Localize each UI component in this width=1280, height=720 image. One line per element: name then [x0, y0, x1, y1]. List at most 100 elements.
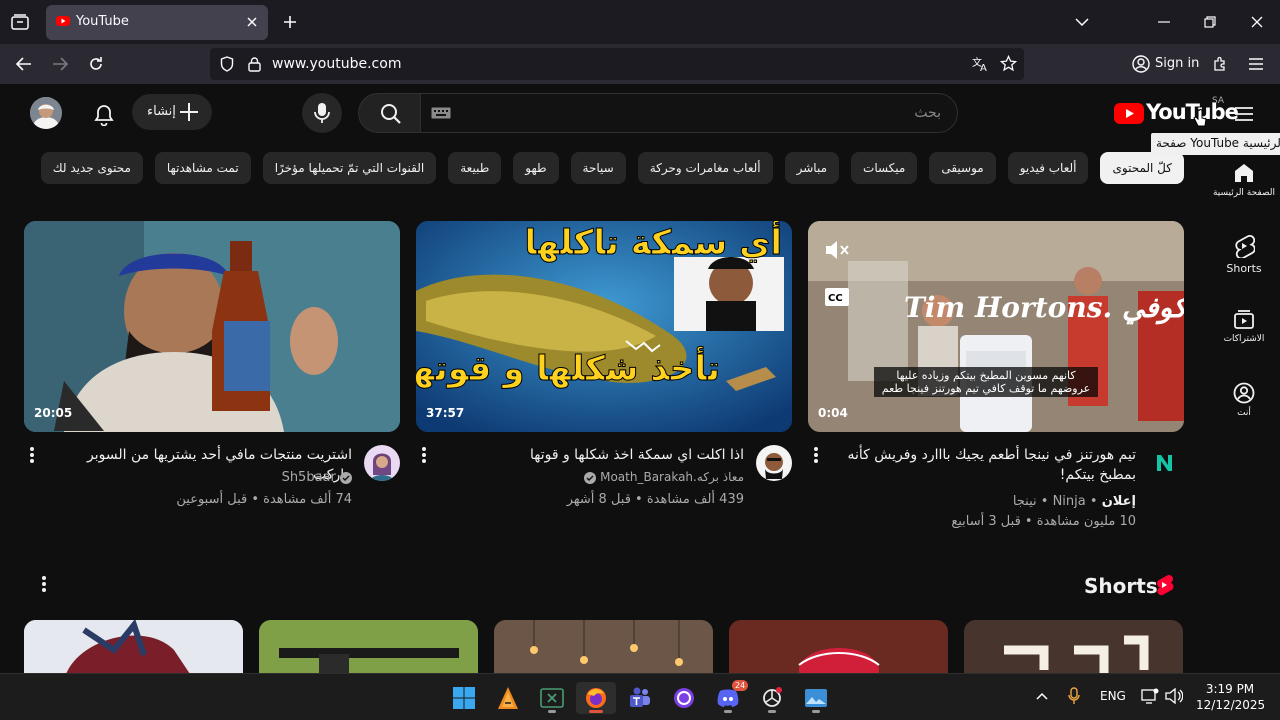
filter-chip[interactable]: موسيقى	[929, 152, 996, 184]
rail-item-shorts[interactable]: Shorts	[1208, 234, 1280, 275]
channel-avatar[interactable]	[364, 445, 400, 481]
notifications-bell-icon[interactable]	[90, 101, 118, 129]
ad-channel-line[interactable]: إعلان • Ninja • نينجا	[900, 494, 1136, 509]
video-title[interactable]: تيم هورتنز في نينجا أطعم يجيك بااارد وفر…	[836, 445, 1136, 485]
filter-chip[interactable]: القنوات التي تمّ تحميلها مؤخرًا	[262, 152, 437, 184]
short-thumbnail[interactable]	[964, 620, 1183, 673]
restore-window-icon[interactable]	[1198, 10, 1222, 34]
filter-chip[interactable]: تمت مشاهدتها	[154, 152, 251, 184]
filter-chip[interactable]: ألعاب فيديو	[1007, 152, 1089, 184]
reload-icon[interactable]	[84, 52, 108, 76]
search-button[interactable]	[358, 93, 422, 133]
firefox-view-icon[interactable]	[8, 10, 32, 34]
back-arrow-icon[interactable]	[12, 52, 36, 76]
microphone-icon	[314, 102, 330, 124]
translate-icon[interactable]: 文A	[972, 56, 990, 72]
close-tab-icon[interactable]	[246, 16, 258, 28]
minimize-window-icon[interactable]	[1152, 10, 1176, 34]
forward-arrow-icon[interactable]	[48, 52, 72, 76]
firefox-icon	[586, 688, 606, 708]
shorts-menu-icon[interactable]	[36, 574, 52, 598]
rail-item-you[interactable]: أنت	[1208, 382, 1280, 418]
tracking-protection-shield-icon[interactable]	[220, 56, 234, 72]
taskbar-app-teams[interactable]	[620, 682, 660, 714]
address-bar[interactable]: www.youtube.com 文A	[210, 48, 1024, 80]
video-menu-icon[interactable]	[416, 445, 432, 469]
video-title[interactable]: اذا اكلت اي سمكة اخذ شكلها و قوتها	[444, 445, 744, 465]
show-hidden-icons-chevron-icon[interactable]	[1032, 686, 1052, 706]
account-icon	[1132, 55, 1150, 73]
filter-chip[interactable]: محتوى جديد لك	[40, 152, 143, 184]
running-indicator	[812, 710, 820, 713]
discord-badge: 24	[732, 680, 749, 691]
app-menu-icon[interactable]	[1244, 52, 1268, 76]
rail-item-subscriptions[interactable]: الاشتراكات	[1208, 308, 1280, 344]
filter-chip[interactable]: طهو	[513, 152, 559, 184]
avatar[interactable]	[30, 97, 62, 129]
openai-icon	[763, 687, 782, 707]
filter-chip[interactable]: طبيعة	[448, 152, 502, 184]
browser-tab-bar: YouTube	[0, 0, 1280, 44]
youtube-wordmark: YouTube	[1146, 100, 1239, 124]
sign-in-label: Sign in	[1155, 56, 1200, 71]
tab-youtube[interactable]: YouTube	[46, 5, 268, 40]
system-clock[interactable]: 3:19 PM 12/12/2025	[1196, 681, 1265, 713]
rail-item-home[interactable]: الصفحة الرئيسية	[1208, 162, 1280, 198]
closed-captions-icon[interactable]: CC	[825, 288, 849, 306]
search-icon	[380, 103, 402, 125]
channel-avatar[interactable]	[756, 445, 792, 481]
close-window-icon[interactable]	[1245, 10, 1269, 34]
channel-line[interactable]: معاذ بركه.Moath_Barakah	[510, 470, 744, 485]
video-meta: 74 ألف مشاهدة • قبل أسبوعين	[176, 492, 352, 507]
filter-chip[interactable]: ميكسات	[851, 152, 918, 184]
create-button[interactable]: إنشاء	[132, 94, 212, 130]
volume-icon[interactable]	[1164, 686, 1184, 706]
new-tab-button[interactable]	[278, 10, 302, 34]
video-menu-icon[interactable]	[808, 445, 824, 469]
lock-icon[interactable]	[248, 56, 261, 72]
video-menu-icon[interactable]	[24, 445, 40, 469]
short-thumbnail[interactable]	[259, 620, 478, 673]
list-all-tabs-icon[interactable]	[1070, 10, 1094, 34]
start-button[interactable]	[444, 682, 484, 714]
taskbar-app-photos[interactable]	[796, 682, 836, 714]
short-thumbnail[interactable]	[494, 620, 713, 673]
video-thumbnail[interactable]: أي سمكة تاكلها تأخذ شكلها و قوتها 37:57	[416, 221, 792, 432]
rail-label: الاشتراكات	[1223, 334, 1265, 344]
taskbar-app-vlc[interactable]	[488, 682, 528, 714]
tab-title: YouTube	[76, 14, 129, 29]
search-input[interactable]: بحث	[420, 93, 958, 133]
short-thumbnail[interactable]	[24, 620, 243, 673]
channel-line[interactable]: Sh5baar	[118, 470, 352, 485]
rail-label: أنت	[1237, 408, 1251, 418]
rail-label: Shorts	[1226, 262, 1262, 275]
shorts-shelf-title: Shorts	[1084, 574, 1158, 598]
taskbar-app-firefox[interactable]	[576, 682, 616, 714]
short-thumbnail[interactable]	[729, 620, 948, 673]
network-icon[interactable]	[1140, 686, 1160, 706]
url-text: www.youtube.com	[272, 56, 402, 72]
guide-menu-icon[interactable]	[1232, 102, 1256, 126]
voice-search-button[interactable]	[302, 93, 342, 133]
ad-label: إعلان	[1101, 494, 1136, 509]
extensions-icon[interactable]	[1208, 52, 1232, 76]
input-language[interactable]: ENG	[1100, 689, 1126, 703]
channel-avatar[interactable]	[1148, 445, 1184, 481]
filter-chip[interactable]: ألعاب مغامرات وحركة	[637, 152, 773, 184]
bookmark-star-icon[interactable]	[1000, 55, 1017, 72]
rail-label: الصفحة الرئيسية	[1212, 188, 1276, 198]
filter-chip[interactable]: سياحة	[570, 152, 626, 184]
filter-chip[interactable]: مباشر	[784, 152, 840, 184]
keyboard-icon[interactable]	[431, 107, 451, 119]
sign-in-button[interactable]: Sign in	[1124, 48, 1200, 80]
taskbar-app-copilot[interactable]	[664, 682, 704, 714]
taskbar-app-excel[interactable]	[532, 682, 572, 714]
taskbar-app-chatgpt[interactable]	[752, 682, 792, 714]
mute-icon[interactable]	[824, 239, 850, 261]
taskbar-app-discord[interactable]: 24	[708, 680, 749, 714]
microphone-in-use-icon[interactable]	[1064, 686, 1084, 706]
video-thumbnail[interactable]: 20:05	[24, 221, 400, 432]
video-thumbnail[interactable]: CC Tim Hortons. كوفي كانهم مسوين المطبخ …	[808, 221, 1184, 432]
filter-chip[interactable]: كلّ المحتوى	[1100, 152, 1184, 184]
ad-caption-line: كانهم مسوين المطبخ بيتكم وزياده عليها	[896, 369, 1076, 382]
